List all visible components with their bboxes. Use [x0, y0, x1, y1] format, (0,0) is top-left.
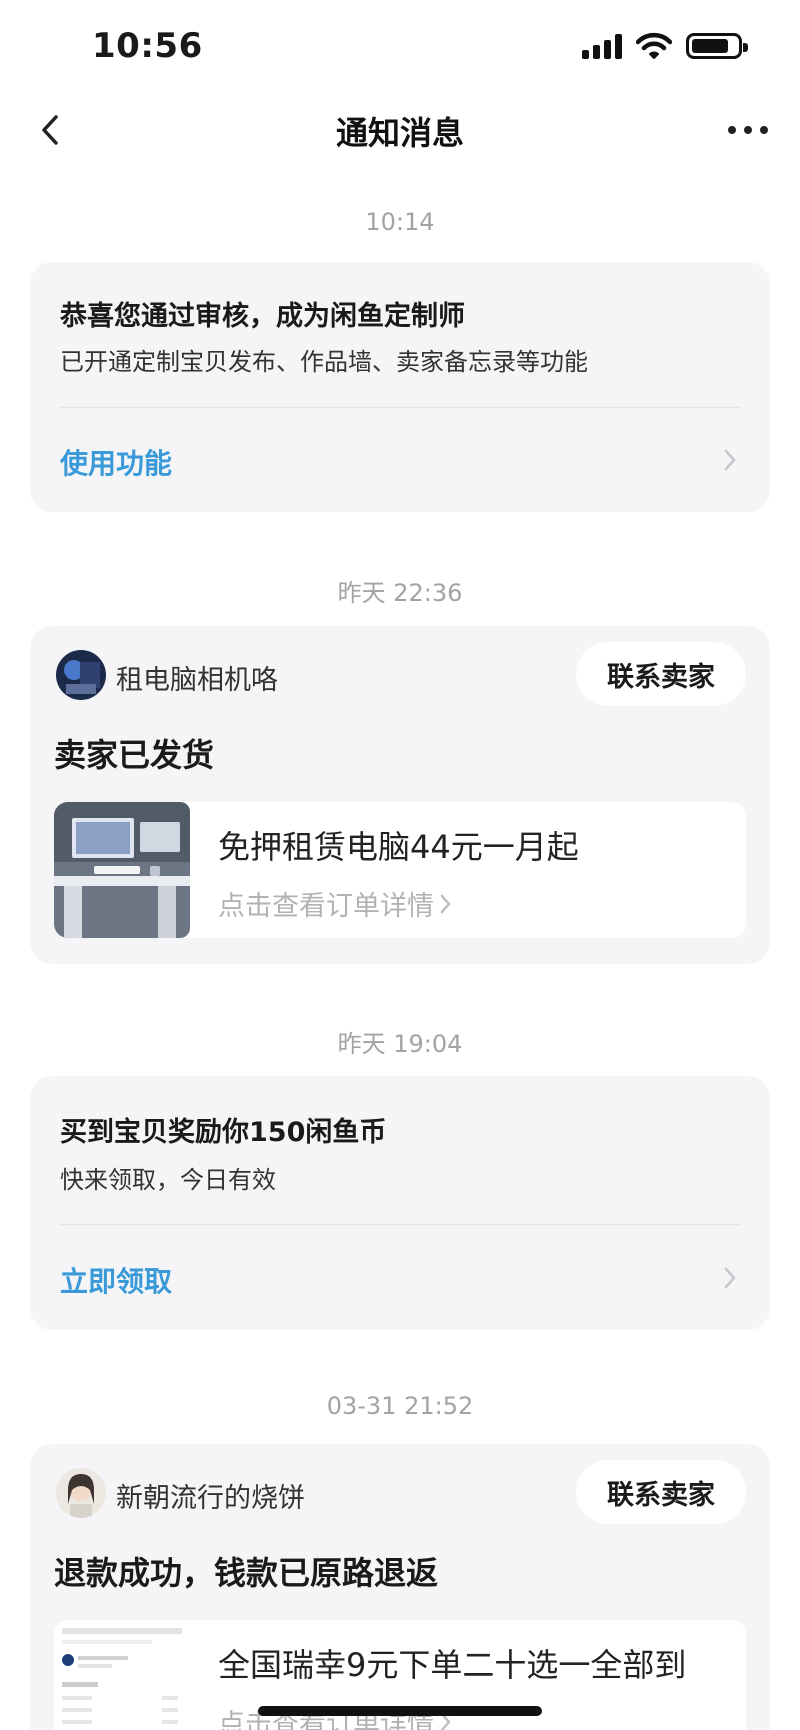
contact-seller-button[interactable]: 联系卖家 [576, 1460, 746, 1524]
wifi-icon [636, 32, 672, 59]
avatar[interactable] [56, 650, 106, 700]
nav-bar: 通知消息 [0, 96, 800, 162]
notification-screen: 10:56 通知消息 10:14 恭喜您通过审核，成为闲鱼定制师 已开通定制宝贝… [0, 0, 800, 1730]
order-details-label: 点击查看订单详情 [218, 891, 434, 922]
divider [60, 1224, 740, 1225]
product-box[interactable]: 免押租赁电脑44元一月起 点击查看订单详情 [54, 802, 746, 938]
product-image [54, 802, 190, 938]
product-name: 免押租赁电脑44元一月起 [218, 828, 579, 866]
more-icon [728, 126, 768, 134]
divider [60, 407, 740, 408]
contact-seller-button[interactable]: 联系卖家 [576, 642, 746, 706]
status-time: 10:56 [92, 26, 203, 66]
avatar[interactable] [56, 1468, 106, 1518]
chevron-right-icon [720, 1264, 740, 1292]
chevron-right-icon [440, 894, 451, 913]
coin-reward-card: 买到宝贝奖励你150闲鱼币 快来领取，今日有效 立即领取 [30, 1076, 770, 1330]
more-button[interactable] [724, 110, 772, 150]
status-bar: 10:56 [0, 0, 800, 96]
chevron-right-icon [720, 446, 740, 474]
product-image [54, 1620, 190, 1730]
card-title: 卖家已发货 [54, 736, 215, 774]
message-timestamp: 昨天 19:04 [337, 1030, 463, 1058]
card-subtitle: 已开通定制宝贝发布、作品墙、卖家备忘录等功能 [60, 348, 588, 376]
battery-icon [686, 33, 748, 59]
refund-notice-card[interactable]: 新朝流行的烧饼 联系卖家 退款成功，钱款已原路退返 全国瑞幸9元下单二十选一全部… [30, 1444, 770, 1730]
card-title: 恭喜您通过审核，成为闲鱼定制师 [60, 301, 465, 332]
card-title: 退款成功，钱款已原路退返 [54, 1554, 439, 1592]
home-indicator[interactable] [258, 1706, 542, 1716]
shipping-notice-card[interactable]: 租电脑相机咯 联系卖家 卖家已发货 免押租赁电脑44元一月起 点击查看订单详情 [30, 626, 770, 964]
message-timestamp: 昨天 22:36 [337, 579, 463, 607]
page-title: 通知消息 [335, 114, 464, 152]
use-feature-link[interactable]: 使用功能 [60, 442, 172, 482]
message-timestamp: 03-31 21:52 [326, 1392, 474, 1420]
signal-icon [582, 33, 622, 59]
claim-now-link[interactable]: 立即领取 [60, 1260, 172, 1300]
card-title: 买到宝贝奖励你150闲鱼币 [60, 1117, 387, 1148]
order-details-link[interactable]: 点击查看订单详情 [218, 884, 452, 923]
seller-name[interactable]: 租电脑相机咯 [116, 658, 278, 697]
status-icons [582, 32, 748, 60]
approval-notice-card: 恭喜您通过审核，成为闲鱼定制师 已开通定制宝贝发布、作品墙、卖家备忘录等功能 使… [30, 262, 770, 512]
seller-name[interactable]: 新朝流行的烧饼 [116, 1476, 305, 1515]
message-timestamp: 10:14 [365, 208, 435, 236]
product-name: 全国瑞幸9元下单二十选一全部到 [218, 1646, 687, 1684]
card-subtitle: 快来领取，今日有效 [60, 1166, 276, 1194]
